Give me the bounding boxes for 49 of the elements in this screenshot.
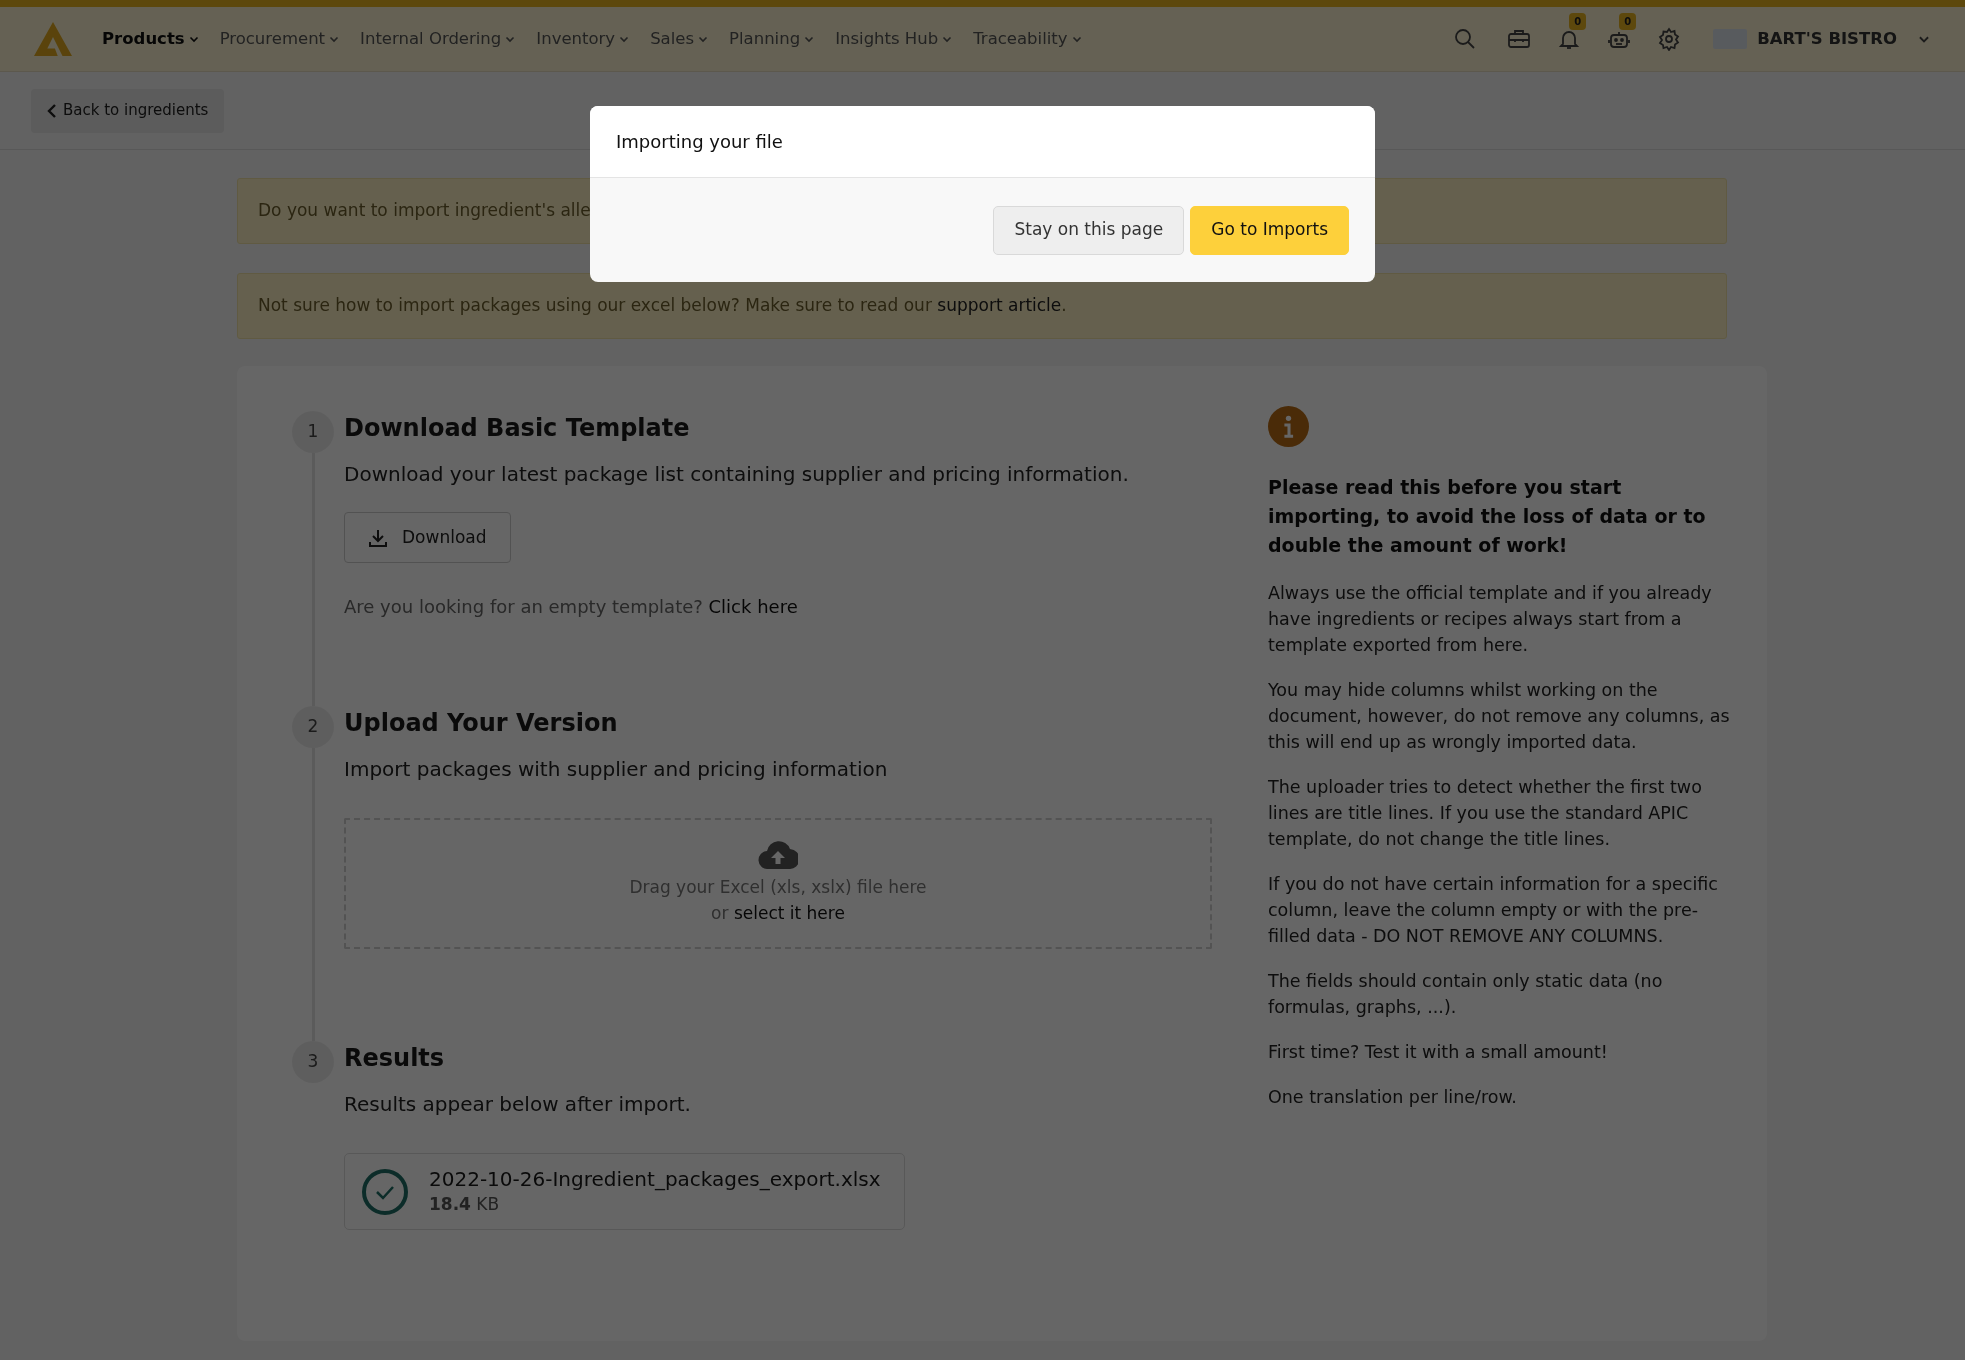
click-here-link[interactable]: Click here	[708, 596, 798, 617]
download-icon	[368, 527, 388, 548]
info-paragraph: First time? Test it with a small amount!	[1268, 1041, 1609, 1064]
info-icon	[1268, 406, 1309, 447]
nav-menu-item[interactable]: Inventory	[536, 26, 631, 52]
support-article-link[interactable]: support article	[937, 295, 1062, 316]
step-description: Download your latest package list containing supplier and pricing information.	[344, 461, 1130, 488]
info-paragraph: If you do not have certain information for a specific column, leave the column empty or with the pre-filled data - DO NOT REMOVE ANY COLUMNS.	[1268, 873, 1719, 948]
logo-icon[interactable]	[34, 21, 72, 57]
stay-on-page-button[interactable]: Stay on this page	[993, 205, 1185, 255]
template-hint: Are you looking for an empty template? Click here	[344, 595, 799, 619]
info-paragraph: The fields should contain only static data (no formulas, graphs, ...).	[1268, 970, 1664, 1019]
info-paragraph: The uploader tries to detect whether the first two lines are title lines. If you use the standard APIC template, do not change the title lines.	[1268, 776, 1703, 851]
info-paragraph: You may hide columns whilst working on the document, however, do not remove any columns, as this will end up as wrongly imported data.	[1268, 679, 1731, 754]
nav-menu-item[interactable]: Insights Hub	[835, 26, 954, 52]
step-number: 2	[292, 706, 334, 748]
check-circle-icon	[361, 1167, 409, 1216]
nav-menu-item[interactable]: Products	[102, 26, 200, 52]
step-description: Results appear below after import.	[344, 1091, 692, 1118]
go-to-imports-button[interactable]: Go to Imports	[1190, 205, 1349, 255]
nav-menu-item[interactable]: Sales	[650, 26, 710, 52]
nav-menu-item[interactable]: Procurement	[219, 26, 341, 52]
file-size: 18.4 KB	[429, 1192, 501, 1216]
info-paragraph: Always use the official template and if you already have ingredients or recipes always start from a template exported from here.	[1268, 582, 1713, 657]
chevron-left-icon	[47, 103, 57, 118]
nav-menu-item[interactable]: Internal Ordering	[360, 26, 517, 52]
step-title: Results	[344, 1043, 446, 1074]
cloud-upload-icon	[758, 841, 798, 869]
toolbox-icon[interactable]	[1507, 27, 1532, 51]
dialog-title: Importing your file	[616, 130, 783, 154]
account-menu[interactable]: BART'S BISTRO	[1713, 26, 1931, 52]
nav-menu-item[interactable]: Traceability	[973, 26, 1083, 52]
count-badge: 0	[1619, 13, 1637, 30]
step-number: 3	[292, 1041, 334, 1083]
settings-icon[interactable]	[1657, 27, 1682, 51]
banner-text: Not sure how to import packages using our excel below? Make sure to read our support article.	[258, 294, 1067, 318]
info-paragraph: One translation per line/row.	[1268, 1086, 1518, 1109]
info-heading: Please read this before you start importing, to avoid the loss of data or to double the amount of work!	[1268, 475, 1707, 558]
file-name: 2022-10-26-Ingredient_packages_export.xlsx	[429, 1165, 881, 1192]
back-button[interactable]: Back to ingredients	[31, 88, 225, 133]
step-title: Download Basic Template	[344, 413, 691, 444]
step-number: 1	[292, 411, 334, 453]
nav-menu-item[interactable]: Planning	[729, 26, 816, 52]
banner-text: Do you want to import ingredient's alle	[258, 199, 591, 223]
count-badge: 0	[1569, 13, 1587, 30]
select-file-link[interactable]: select it here	[733, 902, 845, 923]
step-title: Upload Your Version	[344, 708, 619, 739]
download-button[interactable]: Download	[344, 512, 511, 563]
step-description: Import packages with supplier and pricing information	[344, 756, 889, 783]
